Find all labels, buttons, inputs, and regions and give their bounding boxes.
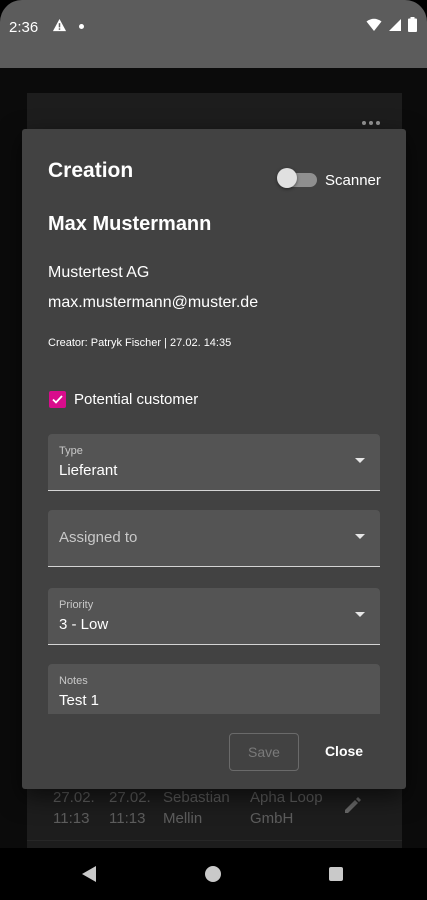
back-icon[interactable] — [82, 866, 96, 882]
contact-company: Mustertest AG — [48, 264, 150, 281]
warning-icon — [52, 18, 67, 32]
creation-dialog: Creation Scanner Max Mustermann Musterte… — [22, 129, 406, 789]
type-select[interactable]: Type Lieferant — [48, 434, 380, 491]
check-icon — [52, 395, 63, 404]
potential-customer-label[interactable]: Potential customer — [74, 391, 198, 408]
status-icons — [366, 17, 417, 32]
notes-label: Notes — [59, 675, 88, 687]
scanner-label: Scanner — [325, 172, 381, 189]
toggle-thumb — [277, 168, 297, 188]
contact-email: max.mustermann@muster.de — [48, 294, 259, 311]
contact-name: Max Mustermann — [48, 213, 212, 235]
dropdown-arrow-icon — [355, 534, 365, 539]
close-button[interactable]: Close — [314, 733, 374, 769]
potential-customer-checkbox[interactable] — [49, 391, 66, 408]
priority-select[interactable]: Priority 3 - Low — [48, 588, 380, 645]
status-bar: 2:36 — [0, 0, 427, 68]
notes-value[interactable]: Test 1 — [59, 692, 99, 709]
notification-dot-icon — [79, 24, 84, 29]
battery-icon — [408, 17, 417, 32]
wifi-icon — [366, 18, 382, 31]
signal-icon — [389, 18, 401, 31]
assigned-to-select[interactable]: Assigned to — [48, 510, 380, 567]
save-button[interactable]: Save — [229, 733, 299, 771]
type-label: Type — [59, 445, 83, 457]
home-icon[interactable] — [205, 866, 221, 882]
assigned-to-placeholder: Assigned to — [59, 529, 138, 546]
scanner-toggle[interactable] — [277, 168, 317, 188]
notes-field[interactable]: Notes Test 1 — [48, 664, 380, 714]
dialog-title: Creation — [48, 159, 134, 182]
status-time: 2:36 — [9, 19, 39, 36]
recent-apps-icon[interactable] — [329, 867, 343, 881]
type-value: Lieferant — [59, 462, 118, 479]
priority-value: 3 - Low — [59, 616, 109, 633]
dropdown-arrow-icon — [355, 458, 365, 463]
creator-info: Creator: Patryk Fischer | 27.02. 14:35 — [48, 337, 232, 349]
dropdown-arrow-icon — [355, 612, 365, 617]
priority-label: Priority — [59, 599, 94, 611]
